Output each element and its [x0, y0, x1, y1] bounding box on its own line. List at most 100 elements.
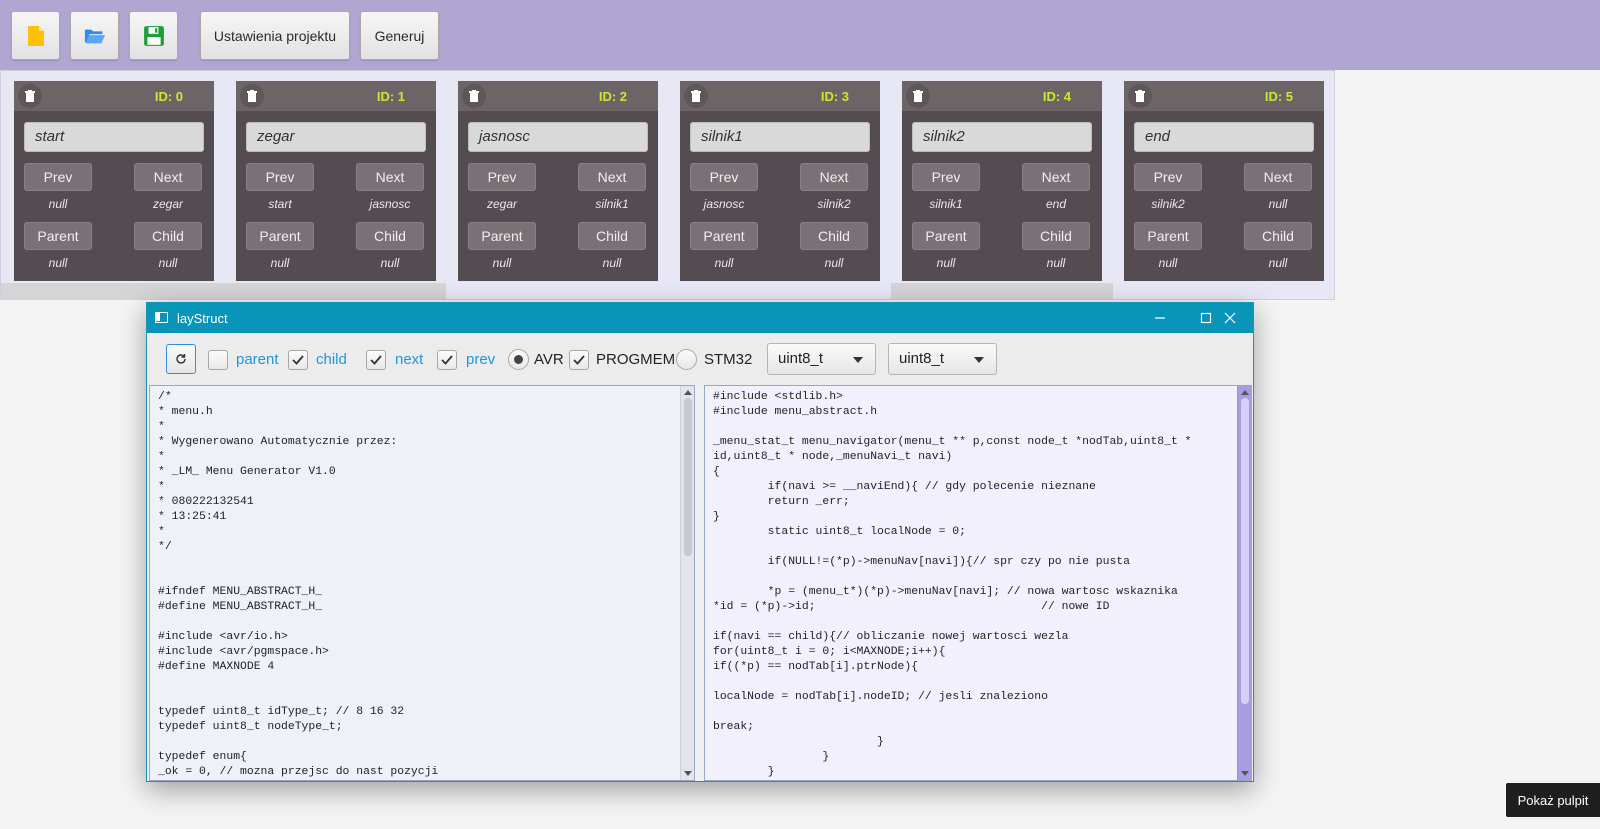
prev-value: silnik2 — [1151, 197, 1185, 211]
node-name-field[interactable]: jasnosc — [468, 122, 648, 152]
child-button[interactable]: Child — [134, 222, 202, 250]
laystruct-window: layStruct parent child next prev AVR PRO… — [146, 302, 1254, 782]
node-name-field[interactable]: start — [24, 122, 204, 152]
node-card: ID: 4 silnik2 Prev Next silnik1 end Pare… — [902, 81, 1102, 281]
save-button[interactable] — [129, 11, 178, 60]
child-value: null — [380, 256, 400, 270]
next-checkbox[interactable] — [366, 350, 386, 370]
header-code-scrollbar[interactable] — [680, 386, 694, 780]
trash-icon — [25, 90, 35, 102]
child-button[interactable]: Child — [578, 222, 646, 250]
strip-scroll-track[interactable] — [1, 283, 446, 299]
header-code-editor[interactable]: /* * menu.h * * Wygenerowano Automatyczn… — [149, 385, 695, 781]
next-value: silnik1 — [595, 197, 629, 211]
node-header: ID: 5 — [1124, 81, 1324, 111]
prev-button[interactable]: Prev — [468, 163, 536, 191]
child-button[interactable]: Child — [800, 222, 868, 250]
prev-button[interactable]: Prev — [246, 163, 314, 191]
node-id: ID: 0 — [154, 89, 183, 104]
source-code-text[interactable]: #include <stdlib.h> #include menu_abstra… — [713, 390, 1192, 780]
node-id: ID: 5 — [1264, 89, 1293, 104]
parent-button[interactable]: Parent — [690, 222, 758, 250]
prev-button[interactable]: Prev — [912, 163, 980, 191]
close-button[interactable] — [1207, 303, 1253, 333]
parent-button[interactable]: Parent — [246, 222, 314, 250]
close-icon — [1224, 312, 1236, 324]
node-name-field[interactable]: end — [1134, 122, 1314, 152]
delete-node-button[interactable] — [240, 84, 264, 108]
next-button[interactable]: Next — [356, 163, 424, 191]
node-header: ID: 0 — [14, 81, 214, 111]
parent-button[interactable]: Parent — [1134, 222, 1202, 250]
trash-icon — [1135, 90, 1145, 102]
child-value: null — [1268, 256, 1288, 270]
radio-selected-dot — [514, 355, 523, 364]
next-button[interactable]: Next — [1244, 163, 1312, 191]
next-button[interactable]: Next — [578, 163, 646, 191]
prev-button[interactable]: Prev — [24, 163, 92, 191]
node-header: ID: 4 — [902, 81, 1102, 111]
next-button[interactable]: Next — [134, 163, 202, 191]
avr-radio[interactable] — [508, 349, 529, 370]
parent-button[interactable]: Parent — [468, 222, 536, 250]
parent-button[interactable]: Parent — [912, 222, 980, 250]
source-code-editor[interactable]: #include <stdlib.h> #include menu_abstra… — [704, 385, 1252, 781]
next-button[interactable]: Next — [800, 163, 868, 191]
window-app-icon — [155, 312, 168, 323]
delete-node-button[interactable] — [462, 84, 486, 108]
parent-button[interactable]: Parent — [24, 222, 92, 250]
progmem-checkbox[interactable] — [569, 350, 589, 370]
refresh-icon — [176, 354, 186, 364]
scroll-up-icon[interactable] — [1241, 390, 1249, 395]
trash-icon — [913, 90, 923, 102]
new-file-button[interactable] — [11, 11, 60, 60]
scroll-up-icon[interactable] — [684, 390, 692, 395]
stm32-radio[interactable] — [676, 349, 697, 370]
node-name-field[interactable]: zegar — [246, 122, 426, 152]
delete-node-button[interactable] — [684, 84, 708, 108]
scroll-thumb[interactable] — [1241, 398, 1249, 704]
child-value: null — [1046, 256, 1066, 270]
next-value: end — [1045, 197, 1067, 211]
chevron-down-icon — [853, 357, 863, 363]
parent-checkbox[interactable] — [208, 350, 228, 370]
child-value: null — [824, 256, 844, 270]
trash-icon — [247, 90, 257, 102]
prev-button[interactable]: Prev — [690, 163, 758, 191]
delete-node-button[interactable] — [906, 84, 930, 108]
strip-scroll-track[interactable] — [891, 283, 1113, 299]
id-type-select[interactable]: uint8_t — [767, 343, 876, 375]
project-settings-button[interactable]: Ustawienia projektu — [200, 11, 350, 60]
checkmark-icon — [573, 355, 585, 365]
minimize-button[interactable] — [1137, 303, 1183, 333]
scroll-thumb[interactable] — [684, 398, 692, 556]
node-name-field[interactable]: silnik2 — [912, 122, 1092, 152]
child-button[interactable]: Child — [1022, 222, 1090, 250]
child-button[interactable]: Child — [356, 222, 424, 250]
node-type-select[interactable]: uint8_t — [888, 343, 997, 375]
child-button[interactable]: Child — [1244, 222, 1312, 250]
node-card: ID: 5 end Prev Next silnik2 null Parent … — [1124, 81, 1324, 281]
prev-button[interactable]: Prev — [1134, 163, 1202, 191]
prev-checkbox[interactable] — [437, 350, 457, 370]
save-icon — [143, 25, 164, 46]
generate-button[interactable]: Generuj — [360, 11, 439, 60]
delete-node-button[interactable] — [1128, 84, 1152, 108]
header-code-text[interactable]: /* * menu.h * * Wygenerowano Automatyczn… — [158, 390, 438, 780]
child-option-label: child — [316, 351, 347, 368]
next-button[interactable]: Next — [1022, 163, 1090, 191]
node-header: ID: 1 — [236, 81, 436, 111]
id-type-select-value: uint8_t — [778, 350, 824, 367]
node-name-field[interactable]: silnik1 — [690, 122, 870, 152]
child-checkbox[interactable] — [288, 350, 308, 370]
window-titlebar[interactable]: layStruct — [147, 303, 1253, 333]
open-folder-button[interactable] — [70, 11, 119, 60]
refresh-button[interactable] — [166, 344, 196, 374]
node-id: ID: 2 — [598, 89, 627, 104]
delete-node-button[interactable] — [18, 84, 42, 108]
prev-value: silnik1 — [929, 197, 963, 211]
scroll-down-icon[interactable] — [1241, 771, 1249, 776]
scroll-down-icon[interactable] — [684, 771, 692, 776]
node-strip: ID: 0 start Prev Next null zegar Parent … — [0, 70, 1335, 300]
source-code-scrollbar[interactable] — [1237, 386, 1251, 780]
